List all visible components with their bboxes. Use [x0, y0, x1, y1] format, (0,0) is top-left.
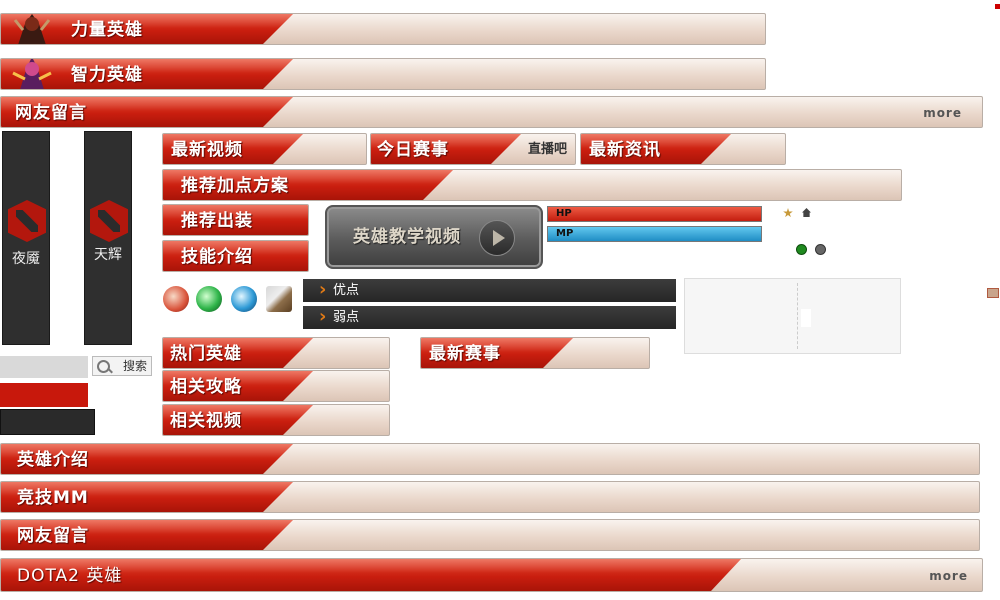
star-icon: [783, 208, 793, 218]
cons-row[interactable]: 弱点: [303, 305, 676, 329]
tab-related-guides-label: 相关攻略: [170, 377, 242, 397]
side-arrow-icon[interactable]: [987, 288, 999, 298]
tab-latest-video-label: 最新视频: [171, 140, 243, 160]
hero-image-divider: [797, 283, 799, 349]
tab-recommended-items[interactable]: 推荐出装: [162, 204, 309, 236]
tab-hot-heroes[interactable]: 热门英雄: [162, 337, 390, 369]
search-icon: [97, 360, 110, 373]
search-input[interactable]: [0, 356, 88, 378]
tab-latest-video[interactable]: 最新视频: [162, 133, 367, 165]
guestbook-title-bottom: 网友留言: [17, 526, 89, 546]
guestbook-title-top: 网友留言: [15, 103, 87, 123]
tab-today-matches[interactable]: 今日赛事 直播吧: [370, 133, 576, 165]
radiant-panel[interactable]: 天辉: [84, 131, 132, 345]
hero-tutorial-video-button[interactable]: 英雄教学视频: [325, 205, 543, 269]
dota-logo-icon: [8, 200, 46, 242]
hp-bar: HP: [547, 206, 762, 222]
intelligence-hero-avatar-icon: [12, 59, 52, 89]
hero-intro-header[interactable]: 英雄介绍: [0, 443, 980, 475]
dota2-heroes-title: DOTA2 英雄: [17, 566, 123, 586]
cons-label: 弱点: [333, 310, 360, 325]
guestbook-header-top[interactable]: 网友留言 more: [0, 96, 983, 128]
skill-icon[interactable]: [196, 286, 222, 312]
more-link-top[interactable]: more: [923, 97, 962, 127]
dire-label: 夜魇: [12, 251, 40, 267]
corner-marker: [995, 4, 1000, 9]
skill-icon[interactable]: [266, 286, 292, 312]
search-button[interactable]: 搜索: [92, 356, 152, 376]
search-icon-handle: [108, 368, 113, 374]
gray-dot-icon: [815, 244, 826, 255]
live-bar-link[interactable]: 直播吧: [528, 134, 567, 164]
strength-heroes-title: 力量英雄: [71, 20, 143, 40]
radiant-label: 天辉: [94, 247, 122, 263]
strength-hero-avatar-icon: [13, 14, 51, 44]
pros-row[interactable]: 优点: [303, 278, 676, 302]
intelligence-heroes-title: 智力英雄: [71, 65, 143, 85]
tab-recommended-skill-build-label: 推荐加点方案: [181, 176, 289, 196]
dota2-heroes-header[interactable]: DOTA2 英雄 more: [0, 558, 983, 592]
tab-related-videos[interactable]: 相关视频: [162, 404, 390, 436]
dire-panel[interactable]: 夜魇: [2, 131, 50, 345]
hp-label: HP: [556, 208, 572, 219]
skill-icon[interactable]: [163, 286, 189, 312]
tab-skill-intro-label: 技能介绍: [181, 247, 253, 267]
competitive-mm-header[interactable]: 竞技MM: [0, 481, 980, 513]
hero-tutorial-video-label: 英雄教学视频: [353, 227, 461, 247]
tab-latest-news[interactable]: 最新资讯: [580, 133, 786, 165]
hero-image-box: [684, 278, 901, 354]
strength-heroes-header[interactable]: 力量英雄: [0, 13, 766, 45]
house-icon: [802, 208, 811, 217]
mp-bar: MP: [547, 226, 762, 242]
tab-related-videos-label: 相关视频: [170, 411, 242, 431]
tab-latest-news-label: 最新资讯: [589, 140, 661, 160]
tab-today-matches-label: 今日赛事: [377, 140, 449, 160]
tab-related-guides[interactable]: 相关攻略: [162, 370, 390, 402]
dark-block: [0, 409, 95, 435]
mp-label: MP: [556, 228, 574, 239]
play-icon: [479, 220, 515, 256]
guestbook-header-bottom[interactable]: 网友留言: [0, 519, 980, 551]
red-block: [0, 383, 88, 407]
competitive-mm-title: 竞技MM: [17, 488, 89, 508]
hero-image-placeholder: [801, 309, 811, 327]
pros-label: 优点: [333, 283, 360, 298]
hero-intro-title: 英雄介绍: [17, 450, 89, 470]
tab-hot-heroes-label: 热门英雄: [170, 344, 242, 364]
tab-latest-matches[interactable]: 最新赛事: [420, 337, 650, 369]
intelligence-heroes-header[interactable]: 智力英雄: [0, 58, 766, 90]
skill-icon[interactable]: [231, 286, 257, 312]
tab-recommended-items-label: 推荐出装: [181, 211, 253, 231]
tab-recommended-skill-build[interactable]: 推荐加点方案: [162, 169, 902, 201]
dota-logo-icon: [90, 200, 128, 242]
tab-skill-intro[interactable]: 技能介绍: [162, 240, 309, 272]
more-link-bottom[interactable]: more: [929, 559, 968, 591]
green-dot-icon: [796, 244, 807, 255]
tab-latest-matches-label: 最新赛事: [429, 344, 501, 364]
search-button-label: 搜索: [123, 359, 148, 373]
